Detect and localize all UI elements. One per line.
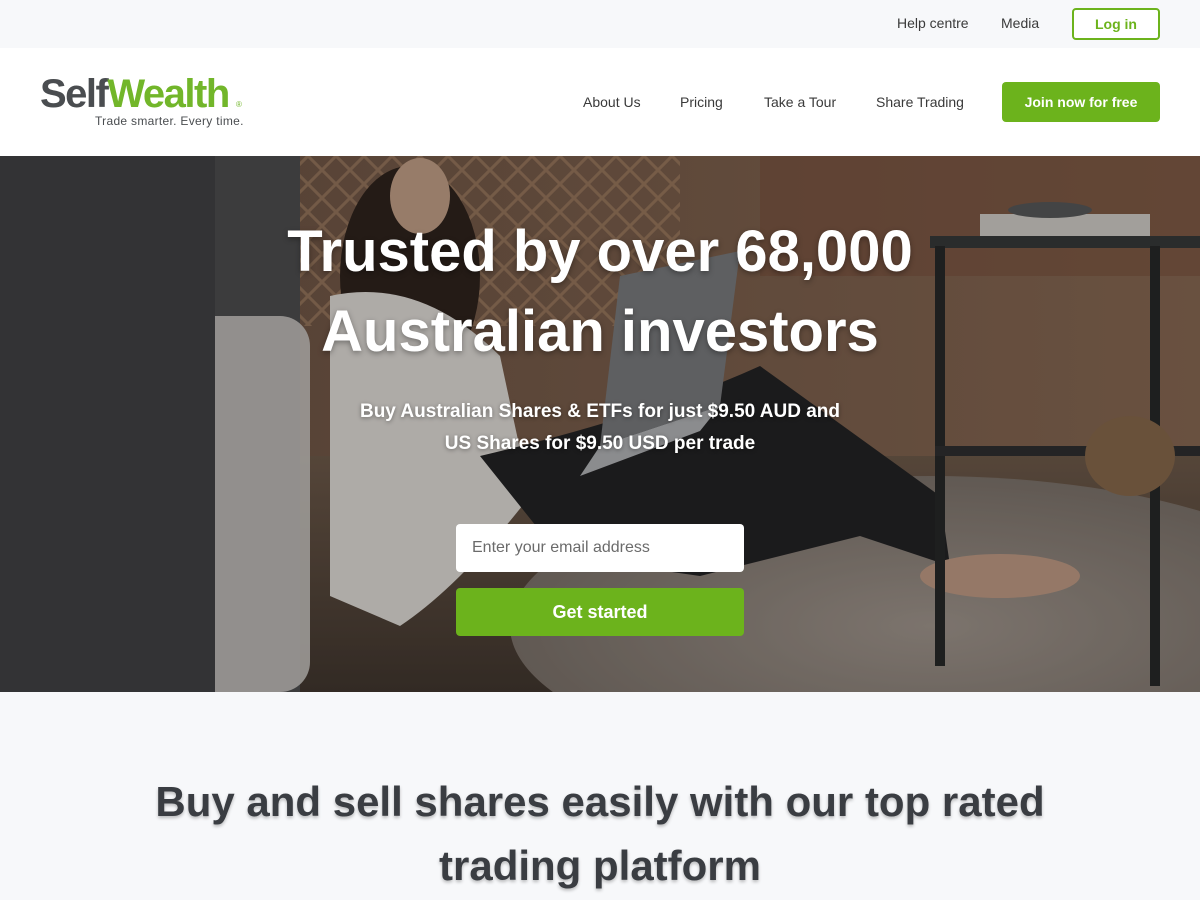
logo-wordmark-wealth: Wealth — [107, 72, 230, 116]
login-button[interactable]: Log in — [1072, 8, 1160, 40]
logo-wordmark-self: Self — [40, 72, 109, 116]
main-nav: SelfWealth ® Trade smarter. Every time. … — [0, 48, 1200, 156]
join-now-button[interactable]: Join now for free — [1002, 82, 1160, 122]
hero-title: Trusted by over 68,000 Australian invest… — [287, 219, 913, 364]
logo-tagline: Trade smarter. Every time. — [95, 114, 244, 128]
get-started-button[interactable]: Get started — [456, 588, 744, 636]
nav-item-take-a-tour[interactable]: Take a Tour — [764, 94, 836, 110]
features-heading: Buy and sell shares easily with our top … — [155, 778, 1045, 889]
nav-item-about-us[interactable]: About Us — [583, 94, 641, 110]
utility-bar: Help centre Media Log in — [0, 0, 1200, 48]
selfwealth-logo[interactable]: SelfWealth ® Trade smarter. Every time. — [40, 72, 250, 134]
nav-item-share-trading[interactable]: Share Trading — [876, 94, 964, 110]
help-centre-link[interactable]: Help centre — [897, 15, 969, 31]
logo-wordmark: SelfWealth — [40, 72, 230, 116]
hero-subtitle-line-2: US Shares for $9.50 USD per trade — [444, 433, 756, 454]
hero-subtitle: Buy Australian Shares & ETFs for just $9… — [300, 396, 900, 460]
hero-section: Trusted by over 68,000 Australian invest… — [0, 156, 1200, 692]
logo-registered-mark: ® — [236, 100, 242, 109]
media-link[interactable]: Media — [1001, 15, 1039, 31]
email-input[interactable] — [456, 524, 744, 572]
nav-item-pricing[interactable]: Pricing — [680, 94, 723, 110]
hero-subtitle-line-1: Buy Australian Shares & ETFs for just $9… — [359, 401, 841, 422]
